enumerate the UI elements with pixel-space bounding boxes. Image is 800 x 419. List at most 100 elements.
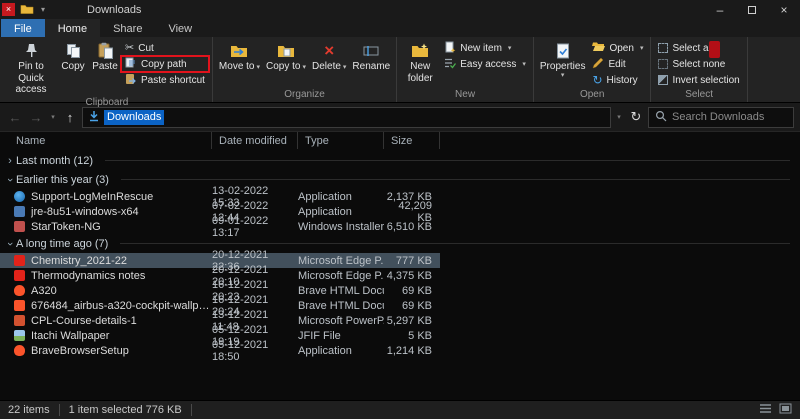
edit-label: Edit <box>608 59 625 70</box>
new-item-icon <box>444 41 456 56</box>
file-name: 676484_airbus-a320-cockpit-wallpapers_..… <box>31 300 212 312</box>
invert-selection-button[interactable]: Invert selection <box>654 72 743 88</box>
copy-path-icon <box>125 57 137 72</box>
titlebar: × ▾ Downloads – × <box>0 0 800 19</box>
select-group-label: Select <box>654 88 743 102</box>
copy-to-label: Copy to▾ <box>266 61 306 73</box>
select-all-button[interactable]: Select all <box>654 40 743 56</box>
ribbon-group-clipboard: Pin to Quick access Copy Paste ✂ <box>2 37 213 102</box>
cut-button[interactable]: ✂ Cut <box>121 40 209 56</box>
properties-icon <box>556 41 570 60</box>
minimize-button[interactable]: – <box>704 0 736 19</box>
easy-access-button[interactable]: Easy access ▾ <box>440 56 530 72</box>
file-size: 6,510 KB <box>384 221 436 233</box>
file-type: Microsoft Edge P... <box>298 270 384 282</box>
select-none-button[interactable]: Select none <box>654 56 743 72</box>
file-name: Itachi Wallpaper <box>31 330 212 342</box>
back-button[interactable]: ← <box>6 110 24 125</box>
file-size: 4,375 KB <box>384 270 436 282</box>
file-name: jre-8u51-windows-x64 <box>31 206 212 218</box>
new-item-button[interactable]: New item ▾ <box>440 40 530 56</box>
explorer-folder-icon <box>20 4 34 15</box>
file-row[interactable]: StarToken-NG 09-01-2022 13:17 Windows In… <box>0 219 440 234</box>
window-title: Downloads <box>87 4 141 16</box>
maximize-button[interactable] <box>736 0 768 19</box>
open-icon <box>592 41 605 55</box>
paste-button[interactable]: Paste <box>89 38 121 96</box>
move-to-button[interactable]: Move to▾ <box>216 38 263 88</box>
open-button[interactable]: Open ▾ <box>588 40 647 56</box>
dropdown-arrow-icon: ▾ <box>561 73 565 78</box>
group-chevron-icon: › <box>4 174 16 186</box>
rename-button[interactable]: Rename <box>349 38 393 88</box>
history-label: History <box>607 75 638 86</box>
refresh-button[interactable]: ↻ <box>627 109 645 125</box>
forward-button[interactable]: → <box>27 110 45 125</box>
quick-access-toolbar-dropdown-icon[interactable]: ▾ <box>41 5 45 14</box>
new-folder-label: New folder <box>403 61 437 84</box>
tab-share[interactable]: Share <box>100 19 155 37</box>
up-button[interactable]: ↑ <box>61 110 79 125</box>
file-group-header[interactable]: › A long time ago (7) <box>0 234 800 253</box>
paste-shortcut-button[interactable]: Paste shortcut <box>121 72 209 88</box>
window-controls: – × <box>704 0 800 19</box>
tab-file[interactable]: File <box>1 19 45 37</box>
file-name: Chemistry_2021-22 <box>31 255 212 267</box>
file-icon <box>14 315 25 326</box>
address-dropdown-icon[interactable]: ▾ <box>614 113 624 121</box>
file-size: 1,214 KB <box>384 345 436 357</box>
easy-access-label: Easy access <box>460 59 516 70</box>
file-row[interactable]: BraveBrowserSetup 05-12-2021 18:50 Appli… <box>0 343 440 358</box>
rename-icon <box>363 41 379 60</box>
address-path-text[interactable]: Downloads <box>104 110 164 125</box>
file-size: 5 KB <box>384 330 436 342</box>
search-box[interactable] <box>648 107 794 128</box>
file-icon <box>14 221 25 232</box>
column-header-type[interactable]: Type <box>298 132 384 149</box>
file-icon <box>14 191 25 202</box>
file-type: Application <box>298 191 384 203</box>
file-group-header[interactable]: › Last month (12) <box>0 151 800 170</box>
column-header-size[interactable]: Size <box>384 132 440 149</box>
details-view-button[interactable] <box>759 403 772 417</box>
file-name: A320 <box>31 285 212 297</box>
properties-label: Properties <box>540 61 586 73</box>
recent-locations-dropdown-icon[interactable]: ▾ <box>48 113 58 121</box>
copy-path-label: Copy path <box>141 59 187 70</box>
search-input[interactable] <box>672 111 787 123</box>
copy-to-button[interactable]: Copy to▾ <box>263 38 309 88</box>
properties-button[interactable]: Properties ▾ <box>537 38 589 88</box>
column-header-date-modified[interactable]: Date modified <box>212 132 298 149</box>
column-header-name[interactable]: Name <box>0 132 212 149</box>
dropdown-arrow-icon: ▾ <box>302 64 306 71</box>
red-marker-icon: × <box>2 3 15 16</box>
delete-button[interactable]: × Delete▾ <box>309 38 349 88</box>
tab-view[interactable]: View <box>155 19 205 37</box>
file-type: Brave HTML Docu... <box>298 285 384 297</box>
group-chevron-icon: › <box>4 238 16 250</box>
select-none-icon <box>658 59 668 69</box>
large-icons-view-button[interactable] <box>779 403 792 417</box>
copy-path-button[interactable]: Copy path <box>121 56 209 72</box>
paste-label: Paste <box>92 61 118 73</box>
file-type: Windows Installer ... <box>298 221 384 233</box>
dropdown-arrow-icon: ▾ <box>508 44 512 52</box>
new-folder-button[interactable]: New folder <box>400 38 440 88</box>
clipboard-group-label: Clipboard <box>5 96 209 110</box>
select-all-icon <box>658 43 668 53</box>
history-button[interactable]: ↻ History <box>588 72 647 88</box>
address-bar[interactable]: Downloads <box>82 107 611 128</box>
file-group-header[interactable]: › Earlier this year (3) <box>0 170 800 189</box>
group-label: Last month (12) <box>16 155 93 167</box>
file-icon <box>14 300 25 311</box>
open-label: Open <box>609 43 633 54</box>
edit-button[interactable]: Edit <box>588 56 647 72</box>
pin-to-quick-access-button[interactable]: Pin to Quick access <box>5 38 57 96</box>
new-group-label: New <box>400 88 530 102</box>
close-button[interactable]: × <box>768 0 800 19</box>
copy-button[interactable]: Copy <box>57 38 89 96</box>
tab-home[interactable]: Home <box>45 19 100 37</box>
file-size: 5,297 KB <box>384 315 436 327</box>
downloads-folder-icon <box>88 110 100 125</box>
ribbon-group-open: Properties ▾ Open ▾ E <box>534 37 652 102</box>
